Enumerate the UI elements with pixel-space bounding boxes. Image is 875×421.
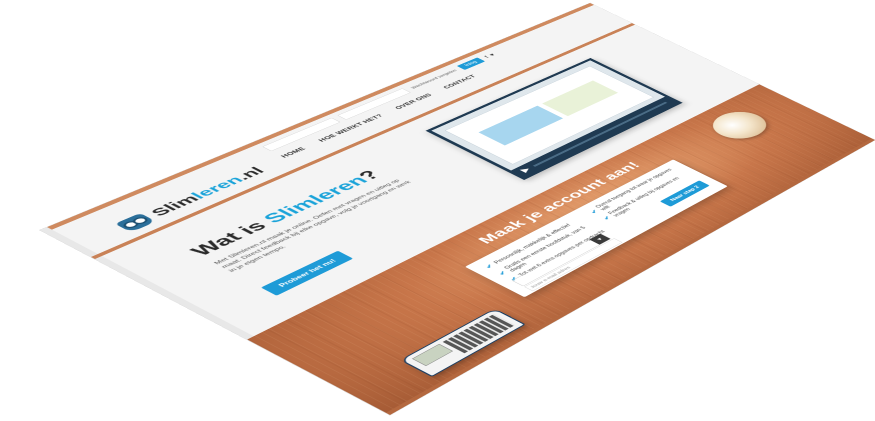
try-now-button[interactable]: Probeer het nu! [260, 250, 353, 296]
stage: Slimleren.nl Wachtwoord vergeten Inlog f… [0, 0, 875, 421]
brand-name: Slimleren.nl [147, 165, 269, 218]
brand-accent: leren [187, 174, 248, 201]
facebook-icon[interactable]: f [483, 55, 490, 59]
check-icon: ✔ [588, 208, 600, 215]
heart-icon[interactable]: ♥ [487, 53, 496, 57]
social-links: f ♥ [483, 53, 497, 59]
main-nav: HOME HOE WERKT HET? OVER ONS CONTACT [279, 74, 477, 159]
video-preview-pane [542, 80, 619, 117]
check-icon: ✔ [601, 215, 613, 221]
check-icon: ✔ [496, 269, 509, 277]
video-preview-pane [478, 105, 564, 146]
webpage-mockup: Slimleren.nl Wachtwoord vergeten Inlog f… [40, 3, 875, 415]
video-screen [444, 65, 654, 165]
play-icon[interactable] [519, 166, 532, 173]
owl-logo-icon [114, 213, 157, 233]
check-icon: ✔ [483, 263, 496, 270]
nav-home[interactable]: HOME [279, 146, 307, 158]
